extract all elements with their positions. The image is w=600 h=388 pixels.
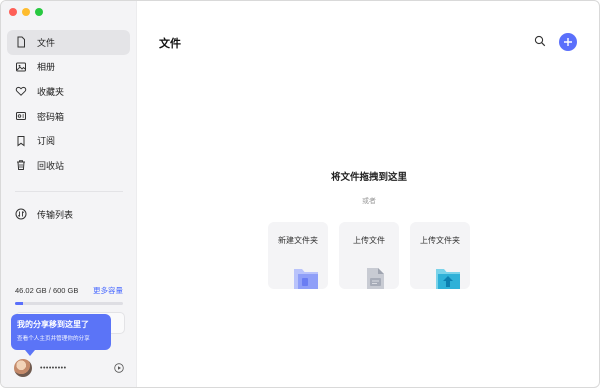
user-profile[interactable]: ••••••••• [14, 357, 124, 379]
tooltip-subtitle: 查看个人主页并管理你的分享 [17, 336, 90, 342]
zoom-window-button[interactable] [35, 8, 43, 16]
username: ••••••••• [40, 364, 67, 372]
storage-progress-fill [15, 302, 24, 305]
sidebar-item-files[interactable]: 文件 [7, 30, 130, 55]
card-label: 新建文件夹 [278, 236, 318, 245]
sidebar-item-subscriptions[interactable]: 订阅 [7, 128, 130, 153]
file-icon [17, 36, 25, 48]
photo-icon [16, 62, 26, 72]
avatar[interactable] [14, 359, 32, 377]
card-label: 上传文件 [353, 236, 385, 245]
upload-file-card[interactable]: 上传文件 [339, 222, 399, 289]
new-folder-card[interactable]: 新建文件夹 [268, 222, 328, 289]
app-window: 文件 相册 收藏夹 密码箱 订阅 回收站 传输列表 46.02 GB / 600… [0, 0, 600, 388]
trash-icon [17, 160, 25, 171]
sidebar-item-safe[interactable]: 密码箱 [7, 104, 130, 129]
plus-icon [564, 38, 572, 46]
play-circle-icon[interactable] [114, 363, 124, 373]
drop-zone-or: 或者 [362, 198, 376, 205]
sidebar-item-favorites[interactable]: 收藏夹 [7, 79, 130, 104]
sidebar: 文件 相册 收藏夹 密码箱 订阅 回收站 传输列表 46.02 GB / 600… [1, 1, 137, 387]
close-window-button[interactable] [9, 8, 17, 16]
share-moved-tooltip[interactable]: 我的分享移到这里了 查看个人主页并管理你的分享 [11, 314, 111, 356]
sidebar-item-label: 相册 [37, 62, 56, 73]
sidebar-item-label: 订阅 [37, 136, 56, 147]
upload-file-icon [367, 268, 384, 289]
card-label: 上传文件夹 [420, 236, 460, 245]
window-controls [9, 8, 43, 16]
bookmark-icon [17, 135, 25, 147]
sidebar-item-transfers[interactable]: 传输列表 [7, 202, 130, 227]
more-storage-link[interactable]: 更多容量 [93, 285, 123, 296]
storage-progress-bar [15, 302, 123, 305]
sidebar-item-label: 收藏夹 [37, 86, 65, 97]
tooltip-title: 我的分享移到这里了 [17, 320, 89, 329]
sidebar-item-trash[interactable]: 回收站 [7, 153, 130, 178]
page-title: 文件 [159, 38, 181, 50]
add-button[interactable] [559, 33, 577, 51]
sidebar-item-photos[interactable]: 相册 [7, 55, 130, 80]
sidebar-nav: 文件 相册 收藏夹 密码箱 订阅 回收站 [7, 30, 130, 178]
safe-icon [16, 112, 26, 121]
main-content: 文件 将文件拖拽到这里 或者 新建文件夹 上传文件 上传文件夹 [137, 1, 599, 387]
sidebar-item-label: 传输列表 [37, 209, 74, 220]
sidebar-divider [15, 191, 123, 192]
sidebar-item-label: 密码箱 [37, 111, 65, 122]
sidebar-item-label: 文件 [37, 37, 56, 48]
sidebar-transfer-section: 传输列表 [7, 202, 130, 227]
new-folder-icon [294, 269, 318, 289]
upload-folder-card[interactable]: 上传文件夹 [410, 222, 470, 289]
storage-panel: 46.02 GB / 600 GB 更多容量 [15, 285, 123, 305]
upload-folder-icon [436, 269, 460, 289]
transfer-icon [15, 208, 27, 220]
tooltip-tail [25, 350, 35, 356]
search-icon[interactable] [534, 35, 546, 47]
drop-zone-title: 将文件拖拽到这里 [330, 172, 407, 183]
minimize-window-button[interactable] [22, 8, 30, 16]
sidebar-item-label: 回收站 [37, 160, 65, 171]
storage-usage-text: 46.02 GB / 600 GB [15, 286, 79, 295]
heart-icon [15, 87, 27, 97]
